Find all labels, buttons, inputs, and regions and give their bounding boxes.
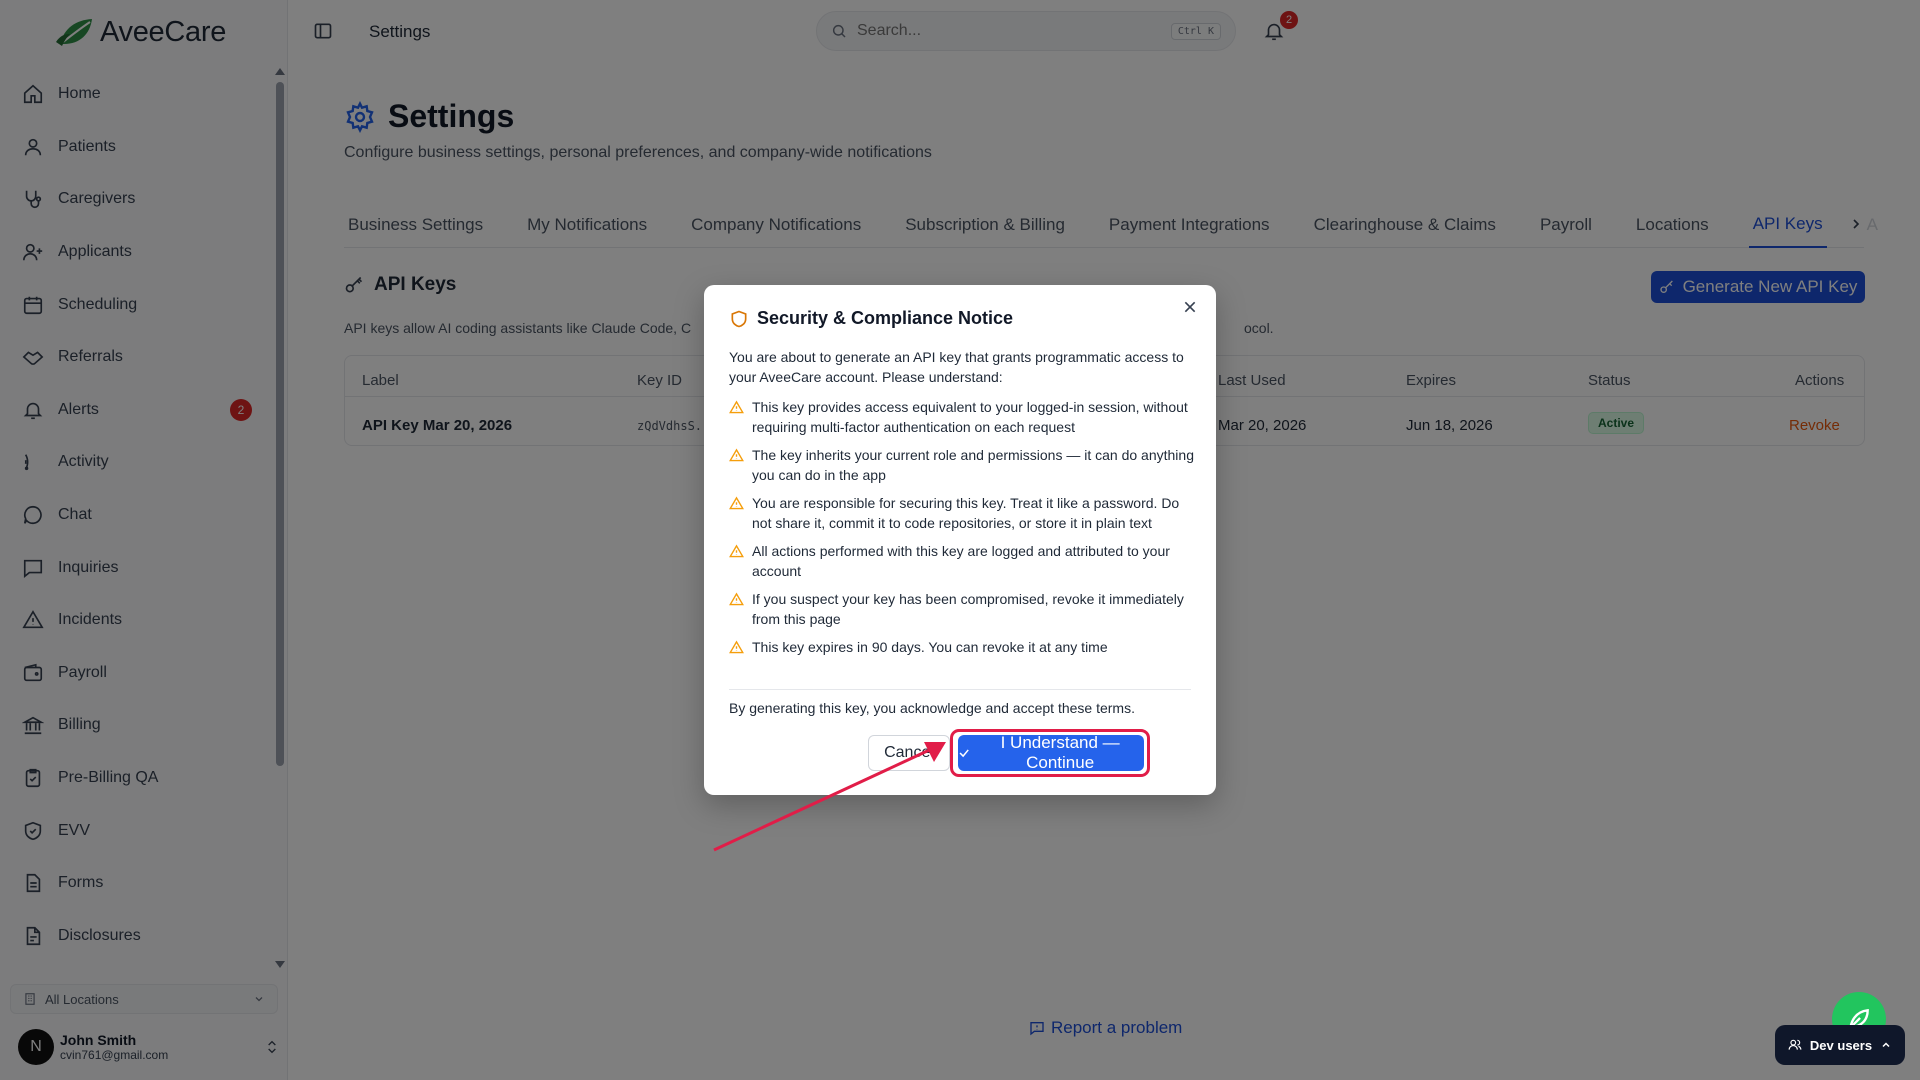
dev-users-label: Dev users bbox=[1809, 1037, 1873, 1053]
list-item-text: If you suspect your key has been comprom… bbox=[752, 591, 1184, 627]
notice-list: This key provides access equivalent to y… bbox=[729, 397, 1199, 665]
annotation-arrow-icon bbox=[713, 742, 946, 852]
acknowledgement-text: By generating this key, you acknowledge … bbox=[729, 700, 1135, 716]
warning-icon bbox=[729, 448, 744, 462]
list-item-text: This key provides access equivalent to y… bbox=[752, 399, 1188, 435]
understand-continue-button[interactable]: I Understand — Continue bbox=[958, 733, 1144, 772]
list-item-text: This key expires in 90 days. You can rev… bbox=[752, 639, 1108, 655]
warning-icon bbox=[729, 592, 744, 606]
warning-icon bbox=[729, 640, 744, 654]
list-item: You are responsible for securing this ke… bbox=[729, 493, 1199, 533]
list-item-text: The key inherits your current role and p… bbox=[752, 447, 1194, 483]
list-item: The key inherits your current role and p… bbox=[729, 445, 1199, 485]
list-item: If you suspect your key has been comprom… bbox=[729, 589, 1199, 629]
security-notice-dialog: Security & Compliance Notice You are abo… bbox=[704, 285, 1216, 795]
dev-users-toggle[interactable]: Dev users bbox=[1775, 1025, 1905, 1065]
warning-icon bbox=[729, 544, 744, 558]
dialog-title: Security & Compliance Notice bbox=[729, 308, 1013, 329]
users-icon bbox=[1788, 1039, 1802, 1050]
close-icon[interactable] bbox=[1182, 299, 1198, 315]
list-item-text: All actions performed with this key are … bbox=[752, 543, 1170, 579]
confirm-button-label: I Understand — Continue bbox=[1000, 733, 1120, 772]
warning-icon bbox=[729, 496, 744, 510]
dialog-intro: You are about to generate an API key tha… bbox=[729, 349, 1184, 385]
shield-icon bbox=[731, 310, 747, 327]
warning-icon bbox=[729, 400, 744, 414]
dialog-title-text: Security & Compliance Notice bbox=[757, 308, 1014, 328]
dialog-divider bbox=[729, 689, 1191, 690]
list-item-text: You are responsible for securing this ke… bbox=[752, 495, 1180, 531]
list-item: This key expires in 90 days. You can rev… bbox=[729, 637, 1199, 657]
list-item: All actions performed with this key are … bbox=[729, 541, 1199, 581]
list-item: This key provides access equivalent to y… bbox=[729, 397, 1199, 437]
chevron-up-icon bbox=[1882, 1042, 1890, 1048]
